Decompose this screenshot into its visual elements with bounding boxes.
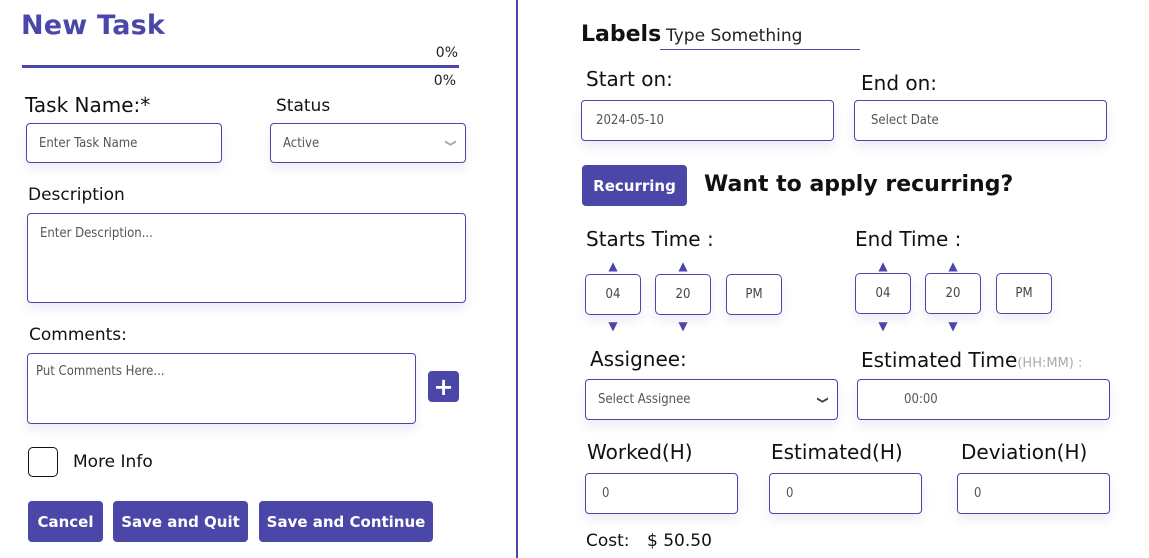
start-minute-input[interactable]: 20 (655, 274, 711, 315)
status-label: Status (276, 96, 331, 116)
cost-label: Cost: (586, 531, 630, 551)
progress-top-label: 0% (435, 45, 458, 61)
start-time-label: Starts Time : (586, 227, 714, 251)
assignee-label: Assignee: (590, 347, 687, 371)
end-date-input[interactable]: Select Date (854, 100, 1107, 141)
start-hour-up-icon[interactable]: ▲ (585, 260, 641, 272)
more-info-label: More Info (73, 452, 153, 472)
labels-input-value: Type Something (666, 26, 803, 46)
worked-hours-value: 0 (602, 486, 610, 501)
add-comment-button[interactable]: + (428, 371, 459, 402)
chevron-down-icon: ❯ (444, 138, 458, 148)
panel-divider (516, 0, 518, 558)
more-info-checkbox[interactable] (28, 447, 58, 477)
estimated-time-label: Estimated Time(HH:MM) : (861, 348, 1082, 372)
estimated-hours-label: Estimated(H) (771, 440, 903, 464)
end-period-value: PM (1015, 286, 1033, 301)
end-minute-up-icon[interactable]: ▲ (925, 260, 981, 272)
progress-bottom-label: 0% (433, 73, 456, 89)
end-hour-up-icon[interactable]: ▲ (855, 260, 911, 272)
status-value: Active (283, 135, 320, 151)
comments-placeholder: Put Comments Here... (36, 364, 165, 379)
worked-hours-label: Worked(H) (587, 440, 693, 464)
estimated-time-value: 00:00 (904, 392, 938, 407)
start-date-value: 2024-05-10 (596, 113, 664, 128)
task-name-input[interactable]: Enter Task Name (26, 123, 222, 163)
description-label: Description (28, 185, 125, 205)
recurring-button[interactable]: Recurring (582, 165, 687, 206)
plus-icon: + (433, 372, 454, 401)
recurring-prompt: Want to apply recurring? (704, 172, 1014, 197)
end-minute-down-icon[interactable]: ▼ (925, 320, 981, 332)
task-name-placeholder: Enter Task Name (39, 135, 138, 151)
task-name-label: Task Name:* (25, 93, 151, 117)
status-select[interactable]: Active ❯ (270, 123, 466, 163)
end-hour-input[interactable]: 04 (855, 273, 911, 314)
cost-value: $ 50.50 (647, 531, 712, 551)
save-and-quit-button[interactable]: Save and Quit (113, 501, 248, 542)
assignee-select[interactable]: Select Assignee ❯ (585, 379, 838, 420)
deviation-hours-value: 0 (974, 486, 982, 501)
deviation-hours-input[interactable]: 0 (957, 473, 1110, 514)
cancel-button[interactable]: Cancel (28, 501, 103, 542)
end-period-toggle[interactable]: PM (996, 273, 1052, 314)
start-date-input[interactable]: 2024-05-10 (581, 100, 834, 141)
end-time-label: End Time : (855, 227, 962, 251)
estimated-hours-input[interactable]: 0 (769, 473, 922, 514)
end-hour-value: 04 (875, 286, 891, 301)
labels-label: Labels (581, 22, 662, 47)
progress-bar (22, 65, 459, 68)
assignee-placeholder: Select Assignee (598, 392, 691, 407)
end-minute-value: 20 (945, 286, 961, 301)
progress-fill (22, 65, 459, 68)
end-date-placeholder: Select Date (871, 113, 939, 128)
comments-label: Comments: (29, 325, 127, 345)
start-hour-down-icon[interactable]: ▼ (585, 320, 641, 332)
comments-textarea[interactable]: Put Comments Here... (27, 353, 416, 424)
description-textarea[interactable]: Enter Description... (27, 213, 466, 303)
labels-input[interactable]: Type Something (660, 22, 860, 50)
page-title: New Task (21, 10, 166, 41)
description-placeholder: Enter Description... (40, 226, 153, 241)
estimated-hours-value: 0 (786, 486, 794, 501)
worked-hours-input[interactable]: 0 (585, 473, 738, 514)
start-hour-value: 04 (605, 287, 621, 302)
start-minute-up-icon[interactable]: ▲ (655, 260, 711, 272)
end-minute-input[interactable]: 20 (925, 273, 981, 314)
start-on-label: Start on: (586, 67, 673, 91)
start-period-toggle[interactable]: PM (726, 274, 782, 315)
start-minute-value: 20 (675, 287, 691, 302)
end-hour-down-icon[interactable]: ▼ (855, 320, 911, 332)
start-period-value: PM (745, 287, 763, 302)
end-on-label: End on: (861, 71, 938, 95)
deviation-hours-label: Deviation(H) (961, 440, 1088, 464)
start-hour-input[interactable]: 04 (585, 274, 641, 315)
estimated-time-label-text: Estimated Time (861, 348, 1018, 372)
estimated-time-input[interactable]: 00:00 (857, 379, 1110, 420)
estimated-time-format-hint: (HH:MM) : (1017, 356, 1083, 371)
start-minute-down-icon[interactable]: ▼ (655, 320, 711, 332)
save-and-continue-button[interactable]: Save and Continue (259, 501, 433, 542)
chevron-down-icon: ❯ (816, 395, 830, 404)
